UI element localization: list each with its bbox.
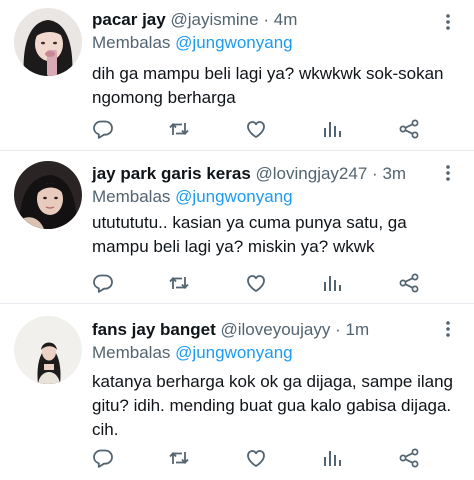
share-nodes-icon[interactable] [398,272,420,294]
replying-to-label: Membalas [92,343,171,362]
heart-icon[interactable] [245,118,267,140]
tweet-reply-3[interactable]: fans jay banget @iloveyoujayy · 1m Memba… [0,304,474,480]
user-handle[interactable]: @lovingjay247 [256,164,368,183]
replying-to-mention[interactable]: @jungwonyang [175,33,292,52]
retweet-icon[interactable] [168,272,190,294]
retweet-icon[interactable] [168,447,190,469]
replying-to: Membalas @jungwonyang [92,32,293,54]
tweet-reply-2[interactable]: jay park garis keras @lovingjay247 · 3m … [0,151,474,303]
timestamp[interactable]: 1m [346,320,370,339]
avatar[interactable] [14,161,82,229]
tweet-actions [92,272,432,294]
reply-bubble-icon[interactable] [92,118,114,140]
more-vertical-icon[interactable] [438,163,458,183]
tweet-actions [92,118,432,140]
timestamp[interactable]: 4m [274,10,298,29]
tweet-text: ututututu.. kasian ya cuma punya satu, g… [92,213,407,256]
reply-bubble-icon[interactable] [92,272,114,294]
replying-to-mention[interactable]: @jungwonyang [175,343,292,362]
analytics-bars-icon[interactable] [321,447,343,469]
tweet-reply-1[interactable]: pacar jay @jayismine · 4m Membalas @jung… [0,0,474,150]
share-nodes-icon[interactable] [398,118,420,140]
display-name[interactable]: pacar jay [92,10,166,29]
tweet-header: jay park garis keras @lovingjay247 · 3m [92,163,434,185]
timestamp[interactable]: 3m [382,164,406,183]
tweet-header: fans jay banget @iloveyoujayy · 1m [92,319,434,341]
heart-icon[interactable] [245,272,267,294]
avatar[interactable] [14,8,82,76]
replying-to: Membalas @jungwonyang [92,342,293,364]
display-name[interactable]: fans jay banget [92,320,216,339]
analytics-bars-icon[interactable] [321,118,343,140]
replying-to: Membalas @jungwonyang [92,186,293,208]
user-handle[interactable]: @iloveyoujayy [221,320,331,339]
more-vertical-icon[interactable] [438,319,458,339]
avatar[interactable] [14,316,82,384]
more-vertical-icon[interactable] [438,12,458,32]
share-nodes-icon[interactable] [398,447,420,469]
tweet-actions [92,447,432,469]
replying-to-label: Membalas [92,187,171,206]
separator-dot: · [263,10,269,29]
heart-icon[interactable] [245,447,267,469]
display-name[interactable]: jay park garis keras [92,164,251,183]
tweet-text: katanya berharga kok ok ga dijaga, sampe… [92,372,454,439]
tweet-text: dih ga mampu beli lagi ya? wkwkwk sok-so… [92,64,444,107]
reply-bubble-icon[interactable] [92,447,114,469]
user-handle[interactable]: @jayismine [170,10,258,29]
separator-dot: · [372,164,378,183]
separator-dot: · [335,320,341,339]
retweet-icon[interactable] [168,118,190,140]
analytics-bars-icon[interactable] [321,272,343,294]
tweet-header: pacar jay @jayismine · 4m [92,9,434,31]
replying-to-label: Membalas [92,33,171,52]
replying-to-mention[interactable]: @jungwonyang [175,187,292,206]
